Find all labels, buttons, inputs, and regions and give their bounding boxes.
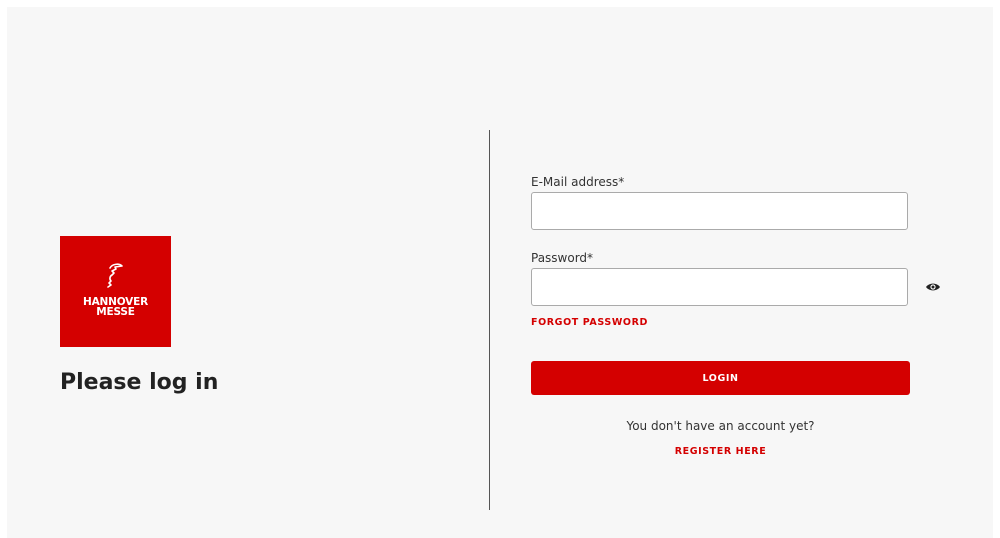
login-button[interactable]: LOGIN xyxy=(531,361,910,395)
vertical-divider xyxy=(489,130,490,510)
eye-icon[interactable] xyxy=(925,282,941,292)
hannover-messe-head-icon xyxy=(107,263,123,288)
forgot-password-link[interactable]: FORGOT PASSWORD xyxy=(531,317,648,328)
email-field[interactable] xyxy=(531,192,908,230)
email-label: E-Mail address* xyxy=(531,175,625,189)
password-label: Password* xyxy=(531,251,594,265)
hannover-messe-logo: HANNOVER MESSE xyxy=(60,236,171,347)
register-link[interactable]: REGISTER HERE xyxy=(531,446,910,457)
logo-text-line2: MESSE xyxy=(96,306,135,318)
no-account-text: You don't have an account yet? xyxy=(626,419,815,433)
password-field[interactable] xyxy=(531,268,908,306)
page-title: Please log in xyxy=(60,370,219,395)
